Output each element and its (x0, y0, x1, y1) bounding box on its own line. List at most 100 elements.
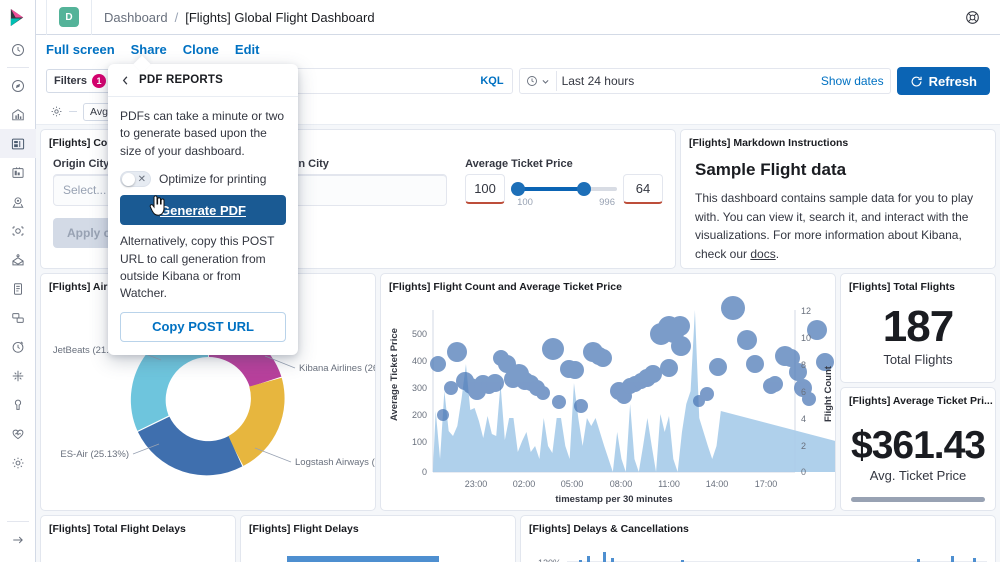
y2-tick-12: 12 (801, 306, 811, 316)
optimize-for-printing-row: ✕ Optimize for printing (120, 171, 286, 188)
panel-title-flight-count: [Flights] Flight Count and Average Ticke… (389, 281, 622, 293)
slider-max-tick: 996 (599, 197, 615, 208)
y-tick-400: 400 (412, 356, 427, 366)
delays-cancellations-chart[interactable]: 120% (521, 538, 996, 562)
breadcrumb-dashboard[interactable]: Dashboard (104, 10, 168, 25)
x-tick-1100: 11:00 (658, 479, 680, 489)
average-ticket-price-label: Avg. Ticket Price (869, 468, 967, 483)
date-range-value[interactable]: Last 24 hours (562, 74, 635, 88)
y2-tick-2: 2 (801, 441, 806, 451)
filters-button[interactable]: Filters 1 (46, 69, 115, 93)
slider-fill (517, 187, 584, 191)
refresh-button[interactable]: Refresh (896, 67, 990, 95)
sidebar-item-siem[interactable] (0, 361, 36, 390)
filters-count-badge: 1 (92, 74, 107, 88)
chevron-left-icon[interactable] (120, 75, 131, 86)
total-flights-label: Total Flights (883, 352, 953, 367)
panel-total-flight-delays: [Flights] Total Flight Delays (40, 515, 236, 562)
price-range-slider[interactable]: 100 996 (511, 174, 617, 208)
gear-icon[interactable] (50, 105, 63, 118)
sidebar-item-canvas[interactable] (0, 158, 36, 187)
slider-min-tick: 100 (517, 197, 533, 208)
popover-title: PDF REPORTS (139, 74, 223, 86)
sidebar-item-dev-tools[interactable] (0, 390, 36, 419)
clone-button[interactable]: Clone (183, 42, 219, 57)
sidebar-item-visualize[interactable] (0, 100, 36, 129)
average-ticket-price-value: $361.43 (851, 424, 986, 467)
sidebar-item-recently-viewed[interactable] (0, 35, 36, 64)
x-tick-0500: 05:00 (561, 479, 584, 489)
sidebar-item-collapse-nav[interactable] (0, 525, 36, 554)
show-dates-button[interactable]: Show dates (821, 74, 884, 88)
panel-title-total-flights: [Flights] Total Flights (849, 281, 955, 293)
flight-count-chart[interactable]: 500 400 300 200 100 0 Average Ticket Pri… (381, 296, 836, 510)
slider-thumb-min[interactable] (511, 182, 526, 196)
markdown-body: This dashboard contains sample data for … (695, 189, 981, 263)
generate-pdf-button[interactable]: Generate PDF (120, 195, 286, 226)
bubble-series-avg-ticket-price[interactable] (430, 296, 834, 421)
donut-slice-logstash-airways[interactable] (227, 377, 285, 466)
popover-body: PDFs can take a minute or two to generat… (108, 97, 298, 355)
popover-alt-description: Alternatively, copy this POST URL to cal… (120, 234, 275, 301)
sidebar-item-machine-learning[interactable] (0, 216, 36, 245)
kibana-logo[interactable] (0, 0, 36, 35)
space-avatar[interactable]: D (59, 7, 79, 27)
copy-post-url-button[interactable]: Copy POST URL (120, 311, 286, 342)
panel-title-average-ticket-price: [Flights] Average Ticket Pri... (849, 395, 993, 407)
nav-divider (6, 67, 29, 68)
filter-connector (69, 111, 77, 112)
breadcrumb-current[interactable]: [Flights] Global Flight Dashboard (185, 10, 374, 25)
sidebar-item-management[interactable] (0, 448, 36, 477)
panel-title-flight-delays: [Flights] Flight Delays (249, 523, 359, 535)
sidebar-item-discover[interactable] (0, 71, 36, 100)
y-tick-0: 0 (422, 467, 427, 477)
clock-icon (526, 76, 537, 86)
sidebar-item-dashboard[interactable] (0, 129, 36, 158)
price-max-input[interactable]: 64 (623, 174, 663, 204)
refresh-label: Refresh (928, 73, 977, 89)
sidebar-item-maps[interactable] (0, 187, 36, 216)
delays-bars[interactable] (579, 552, 976, 562)
full-screen-button[interactable]: Full screen (46, 42, 115, 57)
y-tick-100: 100 (412, 437, 427, 447)
y2-tick-6: 6 (801, 387, 806, 397)
y2-tick-8: 8 (801, 360, 806, 370)
sidebar-item-infrastructure[interactable] (0, 245, 36, 274)
sidebar-item-uptime[interactable] (0, 332, 36, 361)
y2-tick-0: 0 (801, 467, 806, 477)
edit-button[interactable]: Edit (235, 42, 260, 57)
panel-flight-delays: [Flights] Flight Delays (240, 515, 516, 562)
kibana-dashboard-app: D Dashboard / [Flights] Global Flight Da… (0, 0, 1000, 562)
app-header: D Dashboard / [Flights] Global Flight Da… (36, 0, 1000, 35)
primary-navigation (0, 0, 36, 562)
y-tick-500: 500 (412, 329, 427, 339)
x-axis-label: timestamp per 30 minutes (555, 494, 672, 505)
flight-delays-bar[interactable] (287, 556, 439, 562)
price-min-input[interactable]: 100 (465, 174, 506, 204)
share-popover: PDF REPORTS PDFs can take a minute or tw… (108, 55, 298, 355)
help-lifebuoy-icon[interactable] (954, 3, 990, 32)
donut-label-kibana-airlines: Kibana Airlines (26.74 (299, 363, 376, 374)
x-tick-0200: 02:00 (513, 479, 536, 489)
markdown-heading: Sample Flight data (695, 160, 847, 179)
quick-select-button[interactable] (526, 71, 557, 91)
sidebar-item-apm[interactable] (0, 303, 36, 332)
header-right (954, 3, 990, 32)
x-tick-0800: 08:00 (610, 479, 633, 489)
x-tick-2300: 23:00 (465, 479, 488, 489)
donut-label-es-air: ES-Air (25.13%) (60, 449, 129, 460)
slider-thumb-max[interactable] (577, 182, 592, 196)
panel-scrollbar[interactable] (851, 497, 985, 502)
panel-flight-count: [Flights] Flight Count and Average Ticke… (380, 273, 836, 511)
sidebar-item-monitoring[interactable] (0, 419, 36, 448)
donut-label-logstash-airways: Logstash Airways (26 (295, 457, 376, 468)
query-language-button[interactable]: KQL (480, 75, 503, 87)
y-tick-300: 300 (412, 383, 427, 393)
flight-delays-chart[interactable] (241, 538, 516, 562)
optimize-for-printing-toggle[interactable]: ✕ (120, 171, 151, 188)
share-button[interactable]: Share (131, 42, 167, 57)
sidebar-item-logs[interactable] (0, 274, 36, 303)
date-picker: Last 24 hours Show dates (518, 68, 891, 94)
nav-divider-bottom (6, 521, 29, 522)
docs-link[interactable]: docs (750, 247, 775, 261)
